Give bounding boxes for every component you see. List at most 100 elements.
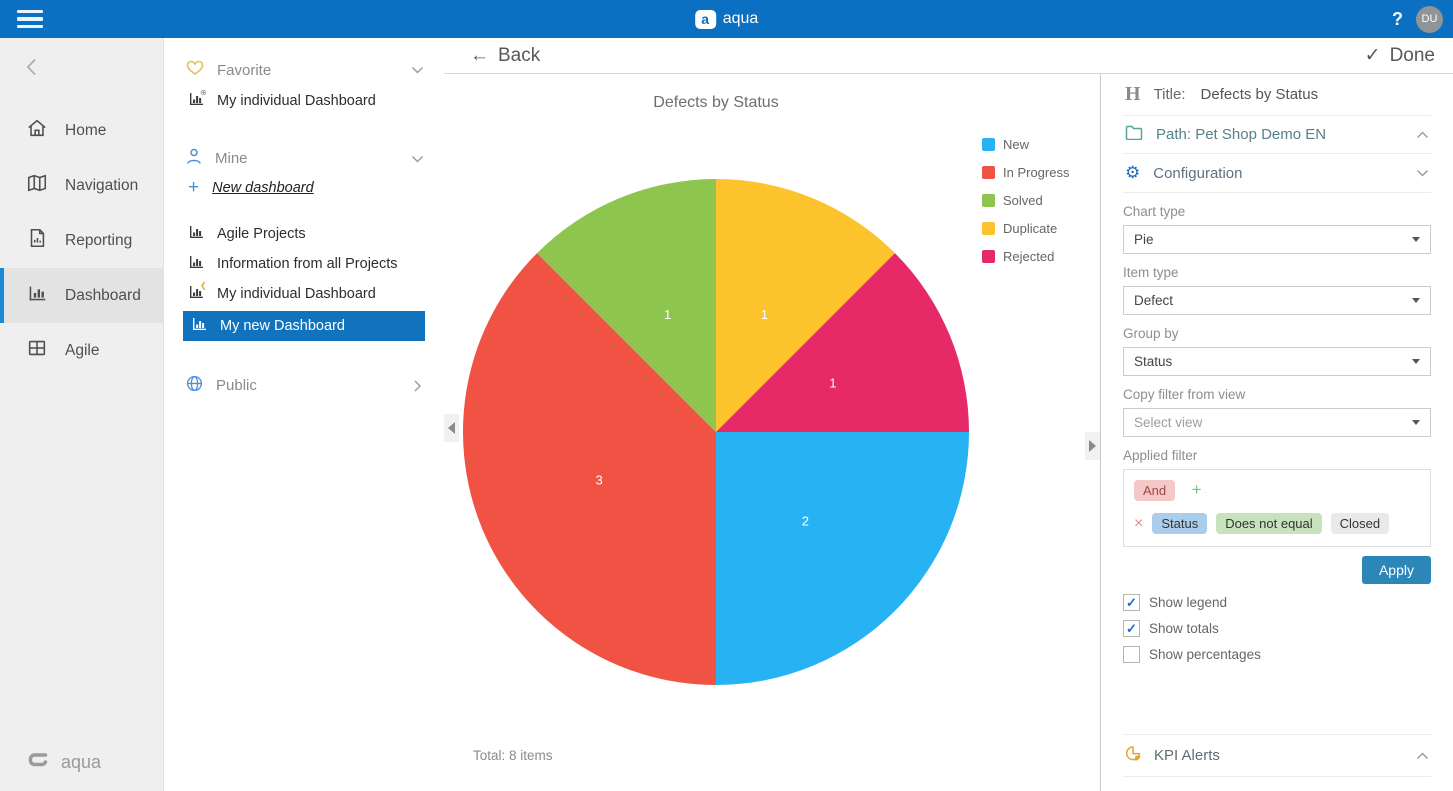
dashboard-item-information-all-projects[interactable]: Information from all Projects: [164, 249, 444, 279]
chevron-down-icon[interactable]: [411, 66, 424, 74]
chart-type-label: Chart type: [1123, 204, 1431, 219]
chart-legend: New In Progress Solved Duplicate Rejecte…: [982, 137, 1069, 277]
section-public[interactable]: Public: [164, 369, 444, 402]
chart-widget: Defects by Status New In Progress Solved…: [444, 74, 1100, 791]
show-legend-checkbox[interactable]: ✓ Show legend: [1123, 594, 1431, 611]
sidebar-item-home[interactable]: Home: [0, 103, 163, 158]
gear-icon: ⚙: [1125, 163, 1140, 183]
carousel-prev-button[interactable]: [444, 414, 459, 442]
pie-slice-new[interactable]: [716, 432, 969, 685]
globe-icon: [186, 375, 203, 396]
item-type-label: Item type: [1123, 265, 1431, 280]
group-by-label: Group by: [1123, 326, 1431, 341]
dashboard-list-sidebar: Favorite ⊕ My individual Dashboard Mine …: [164, 38, 444, 791]
dashboard-item-my-new-dashboard[interactable]: My new Dashboard: [183, 311, 425, 341]
sidebar-item-dashboard[interactable]: Dashboard: [0, 268, 163, 323]
top-bar: a aqua ? DU: [0, 0, 1453, 38]
new-dashboard-button[interactable]: + New dashboard: [164, 175, 444, 201]
legend-swatch: [982, 194, 995, 207]
carousel-next-button[interactable]: [1085, 432, 1100, 460]
legend-item-duplicate[interactable]: Duplicate: [982, 221, 1069, 236]
legend-swatch: [982, 166, 995, 179]
kpi-alerts-row[interactable]: KPI Alerts: [1123, 734, 1431, 777]
title-row[interactable]: H Title: Defects by Status: [1123, 74, 1431, 116]
dashboard-item-my-individual[interactable]: ❮ My individual Dashboard: [164, 279, 444, 309]
report-document-icon: [26, 227, 48, 254]
show-totals-checkbox[interactable]: ✓ Show totals: [1123, 620, 1431, 637]
aqua-logo-gray-icon: [25, 748, 53, 777]
pie-slice-label: 2: [802, 513, 809, 528]
legend-item-in-progress[interactable]: In Progress: [982, 165, 1069, 180]
legend-swatch: [982, 222, 995, 235]
legend-item-new[interactable]: New: [982, 137, 1069, 152]
help-icon[interactable]: ?: [1392, 9, 1403, 30]
home-icon: [26, 117, 48, 144]
caret-down-icon: [1412, 298, 1420, 303]
globe-badge-icon: ⊕: [200, 88, 207, 97]
pie-slice-label: 3: [595, 472, 602, 487]
triangle-left-icon: [448, 422, 455, 434]
configuration-panel: H Title: Defects by Status Path: Pet Sho…: [1100, 74, 1453, 791]
pie-slice-label: 1: [761, 307, 768, 322]
folder-icon: [1125, 125, 1143, 144]
mini-chart-icon: [191, 316, 208, 336]
copy-filter-label: Copy filter from view: [1123, 387, 1431, 402]
heading-icon: H: [1125, 83, 1141, 106]
chevron-down-icon[interactable]: [411, 155, 424, 163]
hamburger-menu-icon[interactable]: [17, 10, 43, 28]
title-value[interactable]: Defects by Status: [1201, 86, 1319, 103]
dashboard-item-agile-projects[interactable]: Agile Projects: [164, 219, 444, 249]
main-nav-sidebar: Home Navigation Reporting Dashboard Agil…: [0, 38, 164, 791]
chevron-down-icon[interactable]: [1416, 169, 1429, 177]
dashboard-item-favorite-individual[interactable]: ⊕ My individual Dashboard: [164, 86, 444, 116]
path-row[interactable]: Path: Pet Shop Demo EN: [1123, 116, 1431, 154]
chevron-right-icon[interactable]: [411, 382, 424, 390]
mini-chart-icon: [188, 254, 205, 274]
back-button[interactable]: ← Back: [470, 45, 540, 67]
avatar[interactable]: DU: [1416, 6, 1443, 33]
checkbox-icon: ✓: [1123, 620, 1140, 637]
chart-title: Defects by Status: [444, 94, 988, 112]
chevron-up-icon[interactable]: [1416, 752, 1429, 760]
legend-item-solved[interactable]: Solved: [982, 193, 1069, 208]
section-mine[interactable]: Mine: [164, 142, 444, 175]
done-button[interactable]: ✓ Done: [1365, 44, 1435, 67]
group-by-select[interactable]: Status: [1123, 347, 1431, 376]
condition-operator-chip[interactable]: Does not equal: [1216, 513, 1321, 534]
copy-filter-select[interactable]: Select view: [1123, 408, 1431, 437]
brand-name: aqua: [723, 10, 759, 28]
bar-chart-icon: [26, 282, 48, 309]
caret-down-icon: [1412, 420, 1420, 425]
chevron-up-icon[interactable]: [1416, 131, 1429, 139]
apply-button[interactable]: Apply: [1362, 556, 1431, 584]
mini-chart-icon: [188, 224, 205, 244]
person-icon: [186, 148, 202, 169]
chart-total: Total: 8 items: [473, 748, 553, 763]
condition-value-chip[interactable]: Closed: [1331, 513, 1389, 534]
sidebar-item-reporting[interactable]: Reporting: [0, 213, 163, 268]
filter-operator-chip[interactable]: And: [1134, 480, 1175, 501]
legend-item-rejected[interactable]: Rejected: [982, 249, 1069, 264]
show-percentages-checkbox[interactable]: ✓ Show percentages: [1123, 646, 1431, 663]
pie-slice-label: 1: [664, 307, 671, 322]
share-badge-icon: ❮: [200, 281, 207, 290]
triangle-right-icon: [1089, 440, 1096, 452]
editor-header: ← Back ✓ Done: [444, 38, 1453, 74]
condition-field-chip[interactable]: Status: [1152, 513, 1207, 534]
chart-type-select[interactable]: Pie: [1123, 225, 1431, 254]
caret-down-icon: [1412, 359, 1420, 364]
sidebar-item-agile[interactable]: Agile: [0, 323, 163, 378]
sidebar-item-navigation[interactable]: Navigation: [0, 158, 163, 213]
applied-filter-label: Applied filter: [1123, 448, 1431, 463]
add-condition-button[interactable]: +: [1192, 480, 1202, 499]
configuration-row[interactable]: ⚙ Configuration: [1123, 154, 1431, 193]
remove-condition-button[interactable]: ×: [1134, 515, 1143, 533]
heart-icon: [186, 60, 204, 80]
kpi-pie-icon: [1125, 745, 1142, 766]
section-favorite[interactable]: Favorite: [164, 54, 444, 86]
item-type-select[interactable]: Defect: [1123, 286, 1431, 315]
map-icon: [26, 172, 48, 199]
back-arrow-icon: ←: [470, 45, 489, 67]
brand-logo: a aqua: [695, 0, 759, 38]
collapse-sidebar-icon[interactable]: [26, 58, 42, 81]
